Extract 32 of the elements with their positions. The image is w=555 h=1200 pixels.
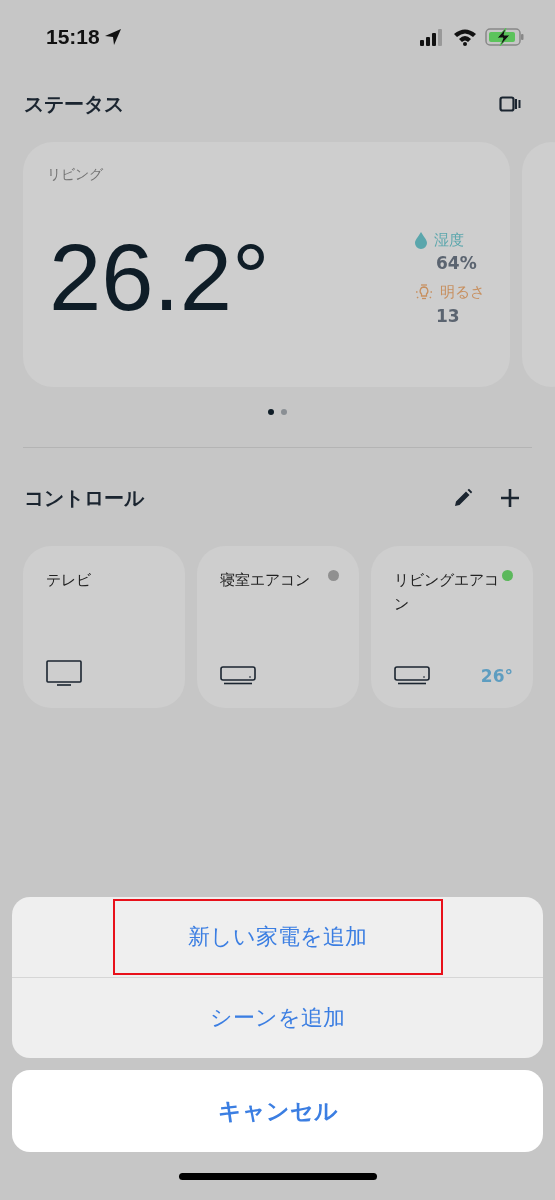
card-view-icon[interactable] <box>499 95 521 113</box>
room-name: リビング <box>47 166 104 184</box>
action-button[interactable]: シーンを追加 <box>112 980 443 1056</box>
metric-value: 13 <box>435 305 461 326</box>
device-name: 寝室エアコン <box>220 570 310 591</box>
page-dot[interactable] <box>281 409 287 415</box>
device-name: リビングエアコン <box>394 570 500 615</box>
device-tile[interactable]: 寝室エアコン <box>197 546 359 708</box>
metric-label: 湿度 <box>434 230 464 250</box>
status-card[interactable]: リビング 26.2° 湿度 64% 明るさ 13 <box>23 142 510 387</box>
water-drop-icon <box>414 231 428 249</box>
pencil-icon[interactable] <box>453 488 473 508</box>
section-title: コントロール <box>24 484 144 512</box>
signal-icon <box>419 28 445 46</box>
cancel-button[interactable]: キャンセル <box>12 1070 543 1152</box>
tv-icon <box>46 660 82 686</box>
device-name: テレビ <box>46 570 91 591</box>
temperature-reading: 26° <box>480 666 513 686</box>
device-tile[interactable]: リビングエアコン 26° <box>371 546 533 708</box>
wifi-icon <box>453 28 477 46</box>
air-conditioner-icon <box>394 666 430 686</box>
page-dot[interactable] <box>268 409 274 415</box>
device-tile[interactable]: テレビ <box>23 546 185 708</box>
location-arrow-icon <box>103 28 122 46</box>
clock-time: 15:18 <box>46 25 100 49</box>
metric-label: 明るさ <box>440 283 485 302</box>
section-title: ステータス <box>24 90 124 118</box>
metric-value: 64% <box>435 252 478 273</box>
plus-icon[interactable] <box>499 487 521 509</box>
battery-charging-icon <box>485 27 525 47</box>
air-conditioner-icon <box>220 666 256 686</box>
temperature-reading: 26.2° <box>48 224 270 332</box>
